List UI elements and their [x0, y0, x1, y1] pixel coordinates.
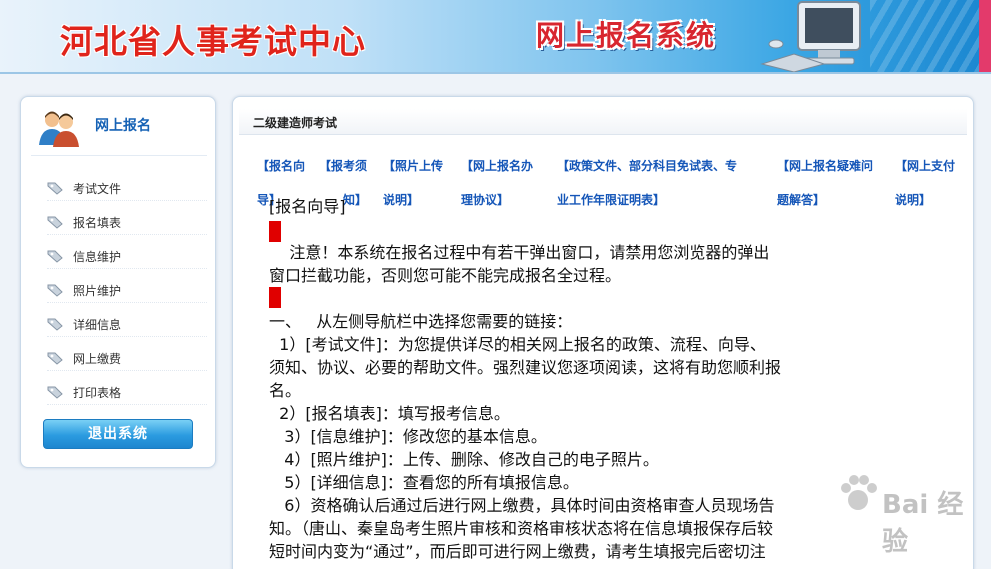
content-line: 1）[考试文件]：为您提供详尽的相关网上报名的政策、流程、向导、 [269, 335, 766, 354]
red-marker [269, 287, 281, 308]
watermark-text: Bai 经验 [882, 490, 964, 557]
content-line: 5）[详细信息]：查看您的所有填报信息。 [269, 473, 579, 492]
sidebar-item-exam-files[interactable]: 考试文件 [47, 175, 207, 201]
header-banner: 河北省人事考试中心 网上报名系统 [0, 0, 991, 74]
notice-line: 注意！本系统在报名过程中有若干弹出窗口，请禁用您浏览器的弹出 [269, 243, 770, 262]
content-line: 知。（唐山、秦皇岛考生照片审核和资格审核状态将在信息填报保存后较 [269, 519, 774, 538]
tag-icon [47, 284, 63, 297]
sidebar-header: 网上报名 [37, 107, 207, 147]
content-line: 3）[信息维护]：修改您的基本信息。 [269, 427, 547, 446]
tag-icon [47, 250, 63, 263]
tag-icon [47, 318, 63, 331]
sidebar-heading: 网上报名 [95, 118, 151, 134]
sidebar-item-label: 考试文件 [73, 182, 122, 196]
sidebar-item-label: 照片维护 [73, 284, 122, 298]
content-heading: [报名向导] [269, 197, 346, 216]
header-decoration [870, 0, 991, 72]
guide-links: 【报名向 导】 【报考须 知】 【照片上传 说明】 【网上报名办 理协议】 【政… [257, 159, 956, 207]
sidebar-item-label: 信息维护 [73, 250, 122, 264]
computer-icon [760, 1, 861, 72]
sidebar-item-label: 打印表格 [73, 386, 122, 400]
divider [31, 155, 207, 156]
sidebar-item-print-forms[interactable]: 打印表格 [47, 379, 207, 405]
logout-button[interactable]: 退出系统 [43, 419, 193, 449]
tag-icon [47, 352, 63, 365]
users-icon [39, 111, 79, 147]
content-line: 4）[照片维护]：上传、删除、修改自己的电子照片。 [269, 450, 659, 469]
sidebar-item-online-payment[interactable]: 网上缴费 [47, 345, 207, 371]
sidebar-item-registration-form[interactable]: 报名填表 [47, 209, 207, 235]
sidebar-item-info-maintenance[interactable]: 信息维护 [47, 243, 207, 269]
red-marker [269, 221, 281, 242]
system-title: 网上报名系统 [536, 19, 717, 52]
sidebar-item-photo-maintenance[interactable]: 照片维护 [47, 277, 207, 303]
content-line: 2）[报名填表]：填写报考信息。 [269, 404, 510, 423]
sidebar-item-details[interactable]: 详细信息 [47, 311, 207, 337]
paw-icon [841, 475, 877, 510]
content-line: 短时间内变为“通过”，而后即可进行网上缴费，请考生填报完后密切注 [269, 542, 766, 561]
step-heading: 一、 从左侧导航栏中选择您需要的链接： [269, 312, 573, 331]
sidebar-item-label: 报名填表 [73, 216, 122, 230]
sidebar-item-label: 网上缴费 [73, 352, 122, 366]
content-line: 名。 [269, 381, 302, 400]
sidebar-item-label: 详细信息 [73, 318, 122, 332]
tag-icon [47, 182, 63, 195]
notice-line: 窗口拦截功能，否则您可能不能完成报名全过程。 [269, 266, 622, 285]
tag-icon [47, 386, 63, 399]
header-accent-bar [979, 0, 991, 72]
content-line: 须知、协议、必要的帮助文件。强烈建议您逐项阅读，这将有助您顺利报 [269, 358, 782, 377]
sidebar: 网上报名 考试文件 报名填表 信息维护 照片维护 详细信息 网上缴费 打印表格 … [20, 96, 216, 468]
panel-header: 二级建造师考试 [239, 109, 967, 135]
content-line: 6）资格确认后通过后进行网上缴费，具体时间由资格审查人员现场告 [269, 496, 775, 515]
page-title: 二级建造师考试 [253, 116, 338, 130]
tag-icon [47, 216, 63, 229]
org-title: 河北省人事考试中心 [60, 22, 366, 61]
watermark: Bai 经验 [836, 472, 986, 557]
